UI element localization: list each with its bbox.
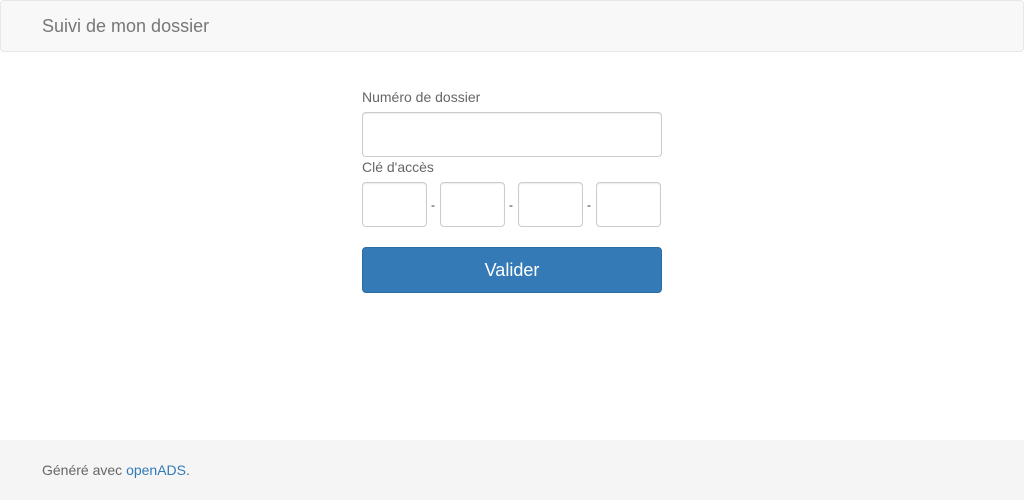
dossier-number-label: Numéro de dossier bbox=[362, 89, 481, 105]
access-key-part-4-input[interactable] bbox=[596, 182, 661, 227]
openads-link[interactable]: openADS bbox=[126, 462, 186, 478]
access-key-part-3-input[interactable] bbox=[518, 182, 583, 227]
key-separator: - bbox=[431, 198, 435, 212]
footer-text: Généré avec openADS. bbox=[42, 462, 190, 478]
footer-prefix: Généré avec bbox=[42, 462, 127, 478]
navbar-brand[interactable]: Suivi de mon dossier bbox=[42, 16, 209, 36]
footer-suffix: . bbox=[186, 462, 190, 478]
access-key-part-1-input[interactable] bbox=[362, 182, 427, 227]
dossier-number-input[interactable] bbox=[362, 112, 662, 157]
key-separator: - bbox=[587, 198, 591, 212]
key-separator: - bbox=[509, 198, 513, 212]
access-key-part-2-input[interactable] bbox=[440, 182, 505, 227]
footer: Généré avec openADS. bbox=[0, 440, 1024, 500]
access-key-label: Clé d'accès bbox=[362, 159, 434, 175]
navbar: Suivi de mon dossier bbox=[0, 0, 1024, 52]
submit-button[interactable]: Valider bbox=[362, 247, 662, 293]
